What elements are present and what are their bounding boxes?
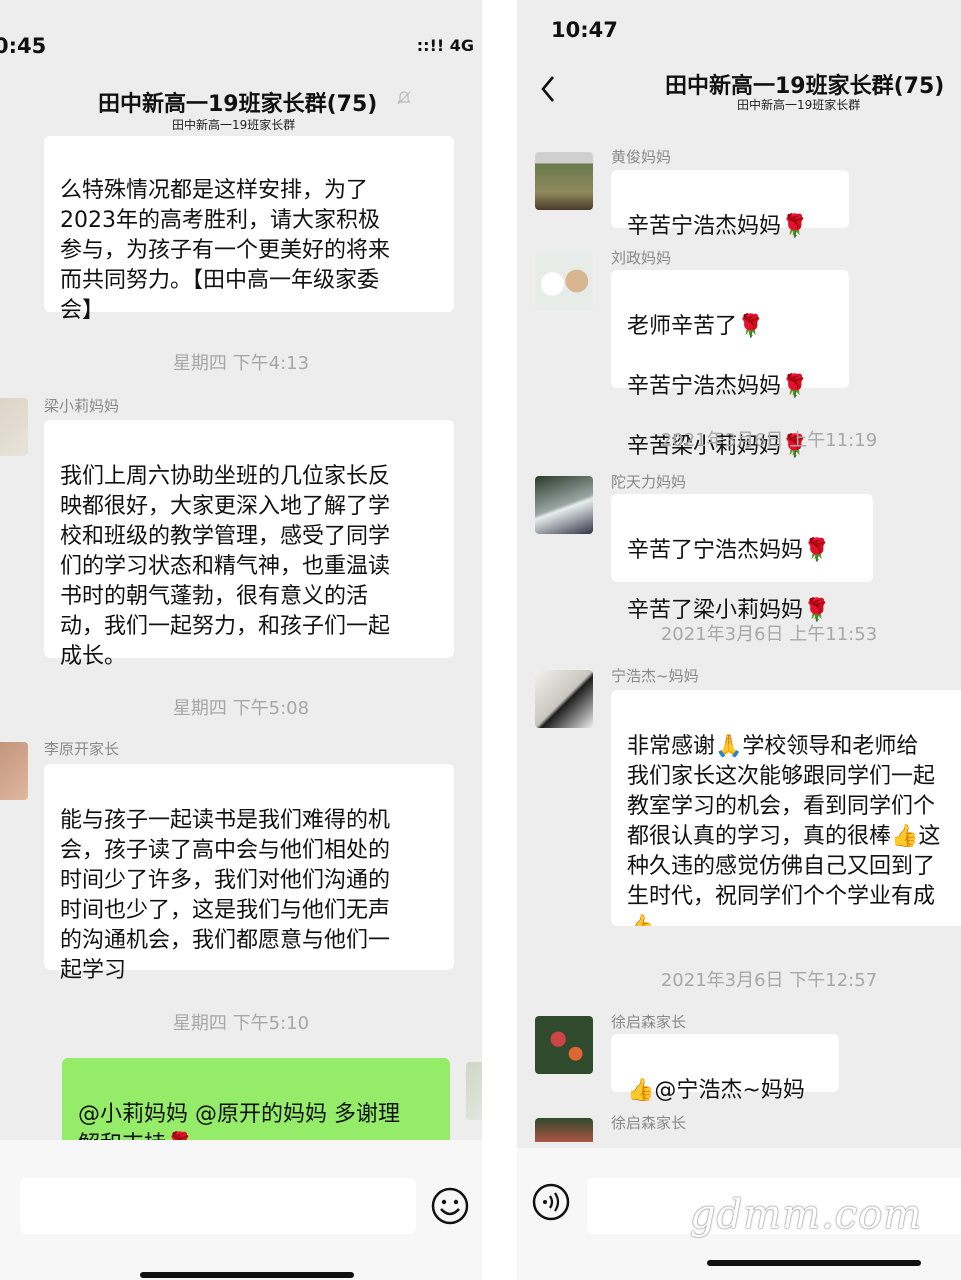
message-bubble[interactable]: 👍@宁浩杰~妈妈 [611, 1034, 839, 1103]
status-bar: 0:45 ::!! 4G [0, 0, 482, 70]
status-time: 10:47 [551, 18, 618, 42]
status-time: 0:45 [0, 34, 47, 58]
avatar[interactable] [535, 152, 593, 210]
voice-input-icon[interactable] [531, 1182, 571, 1222]
message-text: 辛苦宁浩杰妈妈 [627, 374, 782, 399]
avatar[interactable] [535, 252, 593, 310]
message-line: 老师辛苦了🌹 [627, 312, 833, 342]
sender-name: 梁小莉妈妈 [44, 397, 120, 415]
back-chevron-icon[interactable] [539, 74, 557, 104]
timestamp: 2021年3月6日 下午12:57 [660, 970, 878, 991]
message-text: 👍@宁浩杰~妈妈 [627, 1078, 805, 1103]
sender-name: 刘政妈妈 [611, 249, 672, 267]
message-text: 辛苦了宁浩杰妈妈 [627, 538, 804, 563]
avatar[interactable] [0, 742, 28, 800]
watermark-text: gdmm.com [690, 1192, 923, 1238]
message-bubble[interactable]: 老师辛苦了🌹 辛苦宁浩杰妈妈🌹 辛苦梁小莉妈妈🌹 [611, 270, 849, 459]
input-bar [0, 1140, 482, 1280]
self-avatar[interactable] [466, 1062, 482, 1120]
sender-name: 陀天力妈妈 [611, 473, 687, 491]
sender-name: 徐启森家长 [611, 1013, 687, 1031]
message-bubble[interactable]: 我们上周六协助坐班的几位家长反 映都很好，大家更深入地了解了学 校和班级的教学管… [44, 420, 454, 669]
sender-name: 黄俊妈妈 [611, 148, 672, 166]
sender-name: 徐启森家长 [611, 1114, 687, 1132]
avatar[interactable] [535, 670, 593, 728]
message-text: 么特殊情况都是这样安排，为了 2023年的高考胜利，请大家积极 参与，为孩子有一… [60, 178, 391, 323]
avatar[interactable] [535, 1118, 593, 1142]
right-chat-screenshot: 10:47 田中新高一19班家长群(75) 田中新高一19班家长群 黄俊妈妈 辛… [517, 0, 961, 1280]
message-text: 非常感谢🙏学校领导和老师给 我们家长这次能够跟同学们一起 教室学习的机会，看到同… [627, 734, 941, 926]
group-title[interactable]: 田中新高一19班家长群(75) [98, 86, 377, 118]
home-indicator [707, 1260, 921, 1266]
signal-4g-indicator: ::!! 4G [416, 36, 474, 55]
mute-bell-icon [397, 91, 411, 105]
message-bubble[interactable]: 能与孩子一起读书是我们难得的机 会，孩子读了高中会与他们相处的 时间少了许多，我… [44, 764, 454, 983]
message-line: 辛苦了宁浩杰妈妈🌹 [627, 536, 857, 566]
message-text: 能与孩子一起读书是我们难得的机 会，孩子读了高中会与他们相处的 时间少了许多，我… [60, 808, 391, 983]
group-subtitle: 田中新高一19班家长群 [737, 98, 861, 112]
timestamp: 星期四 下午5:10 [172, 1013, 310, 1034]
avatar[interactable] [0, 398, 28, 456]
rose-emoji: 🌹 [781, 374, 809, 399]
message-input[interactable] [20, 1178, 416, 1234]
message-line: 辛苦宁浩杰妈妈🌹 [627, 372, 833, 402]
avatar[interactable] [535, 1016, 593, 1074]
message-bubble[interactable]: 辛苦了宁浩杰妈妈🌹 辛苦了梁小莉妈妈🌹 [611, 494, 873, 623]
rose-emoji: 🌹 [781, 214, 809, 239]
message-text: 我们上周六协助坐班的几位家长反 映都很好，大家更深入地了解了学 校和班级的教学管… [60, 464, 391, 669]
self-message-bubble[interactable]: @小莉妈妈 @原开的妈妈 多谢理 解和支持🌹 [62, 1058, 450, 1157]
timestamp: 星期四 下午4:13 [172, 353, 310, 374]
chat-header: 田中新高一19班家长群(75) 田中新高一19班家长群 [0, 78, 482, 134]
group-subtitle: 田中新高一19班家长群 [172, 118, 296, 132]
message-bubble[interactable]: 辛苦宁浩杰妈妈🌹 [611, 170, 849, 239]
timestamp: 星期四 下午5:08 [172, 698, 310, 719]
left-chat-screenshot: 0:45 ::!! 4G 田中新高一19班家长群(75) 田中新高一19班家长群… [0, 0, 482, 1280]
sender-name: 李原开家长 [44, 740, 120, 758]
rose-emoji: 🌹 [737, 314, 765, 339]
message-bubble[interactable]: 非常感谢🙏学校领导和老师给 我们家长这次能够跟同学们一起 教室学习的机会，看到同… [611, 690, 961, 926]
message-text: 老师辛苦了 [627, 314, 738, 339]
status-bar: 10:47 [517, 0, 961, 70]
avatar[interactable] [535, 476, 593, 534]
sender-name: 宁浩杰~妈妈 [611, 667, 699, 685]
chat-header: 田中新高一19班家长群(75) 田中新高一19班家长群 [517, 62, 961, 120]
rose-emoji: 🌹 [803, 538, 831, 563]
home-indicator [140, 1272, 354, 1278]
message-bubble[interactable]: 么特殊情况都是这样安排，为了 2023年的高考胜利，请大家积极 参与，为孩子有一… [44, 136, 454, 323]
emoji-face-icon[interactable] [430, 1186, 470, 1226]
message-text: 辛苦宁浩杰妈妈 [627, 214, 782, 239]
timestamp: 2021年3月6日 上午11:19 [660, 430, 878, 451]
timestamp: 2021年3月6日 上午11:53 [660, 624, 878, 645]
